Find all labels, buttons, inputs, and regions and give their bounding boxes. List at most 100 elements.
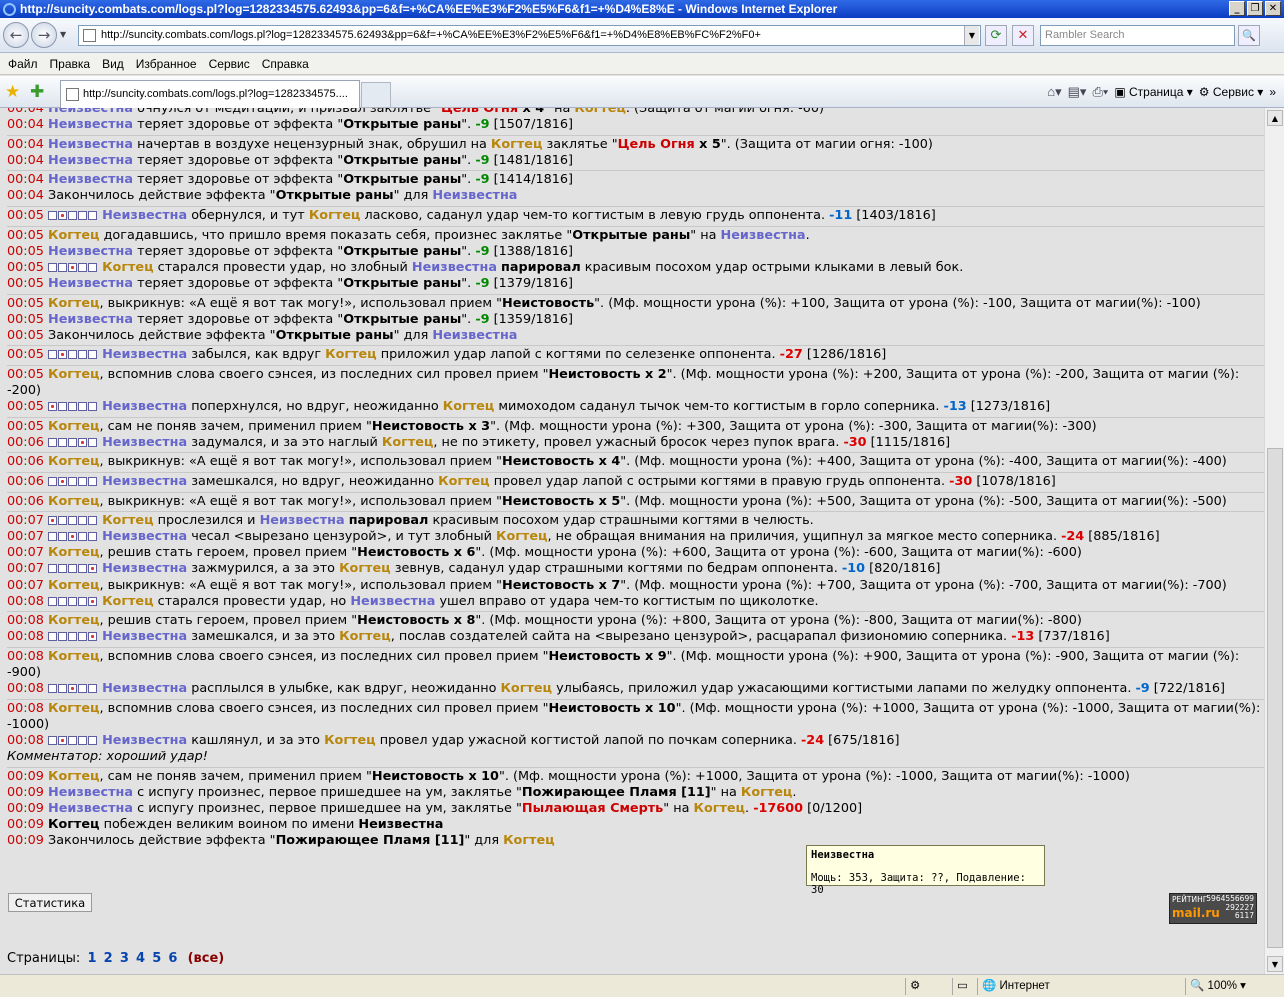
zone-box — [47, 402, 57, 412]
rating-counter[interactable]: РЕЙТИНГ 5964556699 292227 6117 mail.ru — [1169, 893, 1257, 924]
zone-box — [47, 516, 57, 526]
stop-icon: ✕ — [1017, 28, 1029, 43]
history-dropdown-icon[interactable]: ▼ — [60, 30, 66, 39]
maximize-button[interactable]: ❐ — [1247, 1, 1263, 16]
zone-box — [67, 596, 77, 606]
zone-box — [67, 632, 77, 642]
zone-box — [47, 532, 57, 542]
log-separator — [7, 416, 1264, 418]
log-text: Закончилось действие эффекта "Открытые р… — [47, 188, 518, 204]
toolbar-chevron-icon[interactable]: » — [1269, 85, 1276, 99]
hit-zone-indicator — [47, 629, 98, 644]
window-title: http://suncity.combats.com/logs.pl?log=1… — [20, 2, 838, 16]
back-button[interactable]: ← — [3, 22, 29, 48]
page-link-5[interactable]: 5 — [152, 951, 161, 966]
zone-box — [67, 532, 77, 542]
zone-box — [57, 437, 67, 447]
log-text: Когтец, вспомнив слова своего сэнсея, из… — [7, 700, 1261, 732]
menu-favorites[interactable]: Избранное — [130, 57, 203, 71]
scroll-up-button[interactable]: ▲ — [1267, 110, 1283, 126]
log-time: 00:07 — [7, 513, 44, 529]
minimize-button[interactable]: _ — [1229, 1, 1245, 16]
new-tab-button[interactable] — [361, 82, 391, 108]
page-link-4[interactable]: 4 — [136, 951, 145, 966]
close-button[interactable]: ✕ — [1265, 1, 1281, 16]
log-separator — [7, 170, 1264, 172]
log-entry: 00:04 Неизвестна начертав в воздухе неце… — [7, 137, 1264, 153]
refresh-button[interactable]: ⟳ — [985, 25, 1007, 46]
zone-box — [57, 516, 67, 526]
zone-box — [47, 262, 57, 272]
zone-box — [77, 476, 87, 486]
menu-help[interactable]: Справка — [256, 57, 315, 71]
zone-box — [67, 564, 77, 574]
page-link-3[interactable]: 3 — [120, 951, 129, 966]
forward-button[interactable]: → — [31, 22, 57, 48]
zone-box — [57, 632, 67, 642]
stop-button[interactable]: ✕ — [1012, 25, 1034, 46]
log-entry: 00:06 Неизвестна задумался, и за это наг… — [7, 435, 1264, 451]
ie-icon — [3, 2, 16, 16]
log-time: 00:09 — [7, 816, 44, 832]
forward-arrow-icon: → — [37, 26, 51, 44]
hit-zone-indicator — [47, 474, 98, 489]
log-text: Неизвестна расплылся в улыбке, как вдруг… — [102, 681, 1226, 697]
page-menu-button[interactable]: ▣ Страница ▾ — [1114, 85, 1192, 99]
page-link-2[interactable]: 2 — [104, 951, 113, 966]
scroll-thumb[interactable] — [1267, 448, 1283, 948]
page-link-1[interactable]: 1 — [87, 951, 96, 966]
log-entry: 00:06 Когтец, выкрикнув: «А ещё я вот та… — [7, 454, 1264, 470]
page-link-all[interactable]: (все) — [188, 951, 225, 966]
log-separator — [7, 471, 1264, 473]
zoom-icon: 🔍 — [1190, 980, 1205, 992]
log-text: Когтец, выкрикнув: «А ещё я вот так могу… — [47, 454, 1227, 470]
zoom-control[interactable]: 🔍 100% ▾ — [1185, 978, 1265, 995]
menu-edit[interactable]: Правка — [44, 57, 97, 71]
log-time: 00:04 — [7, 152, 44, 168]
statistics-button[interactable]: Статистика — [8, 893, 92, 912]
log-time: 00:05 — [7, 366, 44, 382]
log-entry: 00:07 Неизвестна зажмурился, а за это Ко… — [7, 561, 1264, 577]
zone-box — [57, 596, 67, 606]
log-text: Неизвестна обернулся, и тут Когтец ласко… — [102, 208, 936, 224]
url-input[interactable]: http://suncity.combats.com/logs.pl?log=1… — [78, 25, 981, 46]
log-separator — [7, 646, 1264, 648]
log-text: Неизвестна замешкался, но вдруг, неожида… — [102, 473, 1056, 489]
scroll-down-button[interactable]: ▼ — [1267, 956, 1283, 972]
zone-box — [67, 402, 77, 412]
tools-menu-button[interactable]: ⚙ Сервис ▾ — [1199, 85, 1264, 99]
zone-box — [77, 262, 87, 272]
search-button[interactable]: 🔍 — [1238, 25, 1260, 46]
url-dropdown-button[interactable]: ▼ — [964, 26, 979, 45]
tab-current[interactable]: http://suncity.combats.com/logs.pl?log=1… — [60, 80, 360, 108]
feeds-icon[interactable]: ▤▾ — [1068, 84, 1087, 100]
pagination: Страницы: 1 2 3 4 5 6 (все) — [7, 951, 224, 966]
menu-file[interactable]: Файл — [2, 57, 44, 71]
home-icon[interactable]: ⌂▾ — [1047, 84, 1061, 100]
log-time: 00:05 — [7, 399, 44, 415]
vertical-scrollbar[interactable]: ▲ ▼ — [1264, 108, 1284, 974]
search-input[interactable]: Rambler Search — [1040, 25, 1235, 46]
zone-box — [87, 684, 97, 694]
zone-box — [67, 211, 77, 221]
zone-box — [77, 350, 87, 360]
log-entry: 00:09 Закончилось действие эффекта "Пожи… — [7, 833, 1264, 849]
log-time: 00:05 — [7, 418, 44, 434]
menu-tools[interactable]: Сервис — [203, 57, 256, 71]
log-text: Неизвестна забылся, как вдруг Когтец при… — [102, 347, 887, 363]
log-entry: 00:08 Неизвестна замешкался, и за это Ко… — [7, 629, 1264, 645]
pages-label: Страницы: — [7, 951, 81, 966]
menu-view[interactable]: Вид — [96, 57, 130, 71]
favorites-star-icon[interactable]: ★ — [5, 82, 20, 102]
log-time: 00:06 — [7, 434, 44, 450]
log-text: Когтец догадавшись, что пришло время пок… — [47, 227, 810, 243]
print-icon[interactable]: ⎙▾ — [1092, 84, 1108, 100]
add-favorites-icon[interactable]: ✚ — [30, 82, 44, 102]
page-link-6[interactable]: 6 — [168, 951, 177, 966]
log-time: 00:04 — [7, 136, 44, 152]
zone-box — [77, 632, 87, 642]
zone-box — [67, 684, 77, 694]
log-time: 00:09 — [7, 768, 44, 784]
log-entry: 00:08 Когтец, вспомнив слова своего сэнс… — [7, 701, 1264, 733]
log-entry: 00:08 Когтец старался провести удар, но … — [7, 594, 1264, 610]
